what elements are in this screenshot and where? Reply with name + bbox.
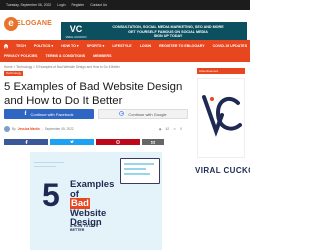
twitter-icon <box>70 140 74 144</box>
pinterest-icon <box>116 140 120 144</box>
mail-icon <box>151 140 155 144</box>
nav-item-label: PRIVACY POLICIES <box>4 54 38 58</box>
site-logo[interactable]: e ELOGANE <box>4 17 52 31</box>
author-link[interactable]: Jessica Martin <box>18 127 40 131</box>
decorative-line <box>34 162 64 163</box>
nav-item-label: COVID-19 UPDATES <box>212 44 248 48</box>
category-tag[interactable]: Technology <box>4 71 24 76</box>
view-count: 42 <box>165 127 170 131</box>
nav-item-label: POLITICS <box>33 44 51 48</box>
nav-item-login[interactable]: LOGIN <box>136 44 155 48</box>
home-icon[interactable] <box>0 41 12 51</box>
share-email-button[interactable] <box>142 139 164 145</box>
share-facebook-button[interactable] <box>4 139 48 145</box>
top-date: Tuesday, September 06, 2022 <box>6 3 52 7</box>
nav-item-label: MEMBERS <box>93 54 112 58</box>
google-button-label: Continue with Google <box>128 111 167 117</box>
banner-brand-name: VIRAL CUCKOO <box>65 35 87 39</box>
login-link[interactable]: Login <box>57 3 65 7</box>
article-stats: ◉ 42 ▭ 0 <box>159 127 182 131</box>
sidebar-brand-word: VIRAL CUCKO <box>195 166 250 175</box>
site-header: e ELOGANE VC VIRAL CUCKOO CONSULTATION, … <box>0 10 250 44</box>
nav-item-politics[interactable]: POLITICS ▾ <box>30 44 57 48</box>
article-meta: By Jessica Martin - September 05, 2022 ◉… <box>4 125 190 133</box>
featured-headline: Examples of Bad Website Design <box>70 180 114 228</box>
logo-word: ELOGANE <box>16 20 53 27</box>
nav-item-covid[interactable]: COVID-19 UPDATES <box>209 44 250 48</box>
main-nav: TECH POLITICS ▾ HOW TO ▾ SPORTS ▾ LIFESTYLE… <box>0 40 250 62</box>
featured-number: 5 <box>42 177 60 213</box>
nav-item-register[interactable]: REGISTER TO EBLOGARY <box>155 44 209 48</box>
comment-icon: ▭ <box>173 127 177 131</box>
separator: - <box>41 127 43 131</box>
banner-brand-mark: VC <box>69 24 83 34</box>
illustration-bar <box>124 163 154 165</box>
eye-icon: ◉ <box>158 127 162 131</box>
nav-item-label: LIFESTYLE <box>112 44 132 48</box>
page: Tuesday, September 06, 2022 Login Regist… <box>0 0 250 250</box>
banner-line-1: CONSULTATION, SOCIAL MEDIA MARKETING, SE… <box>112 25 224 29</box>
register-link[interactable]: Register <box>72 3 85 7</box>
viral-cuckoo-logo <box>202 95 242 137</box>
publish-date: September 05, 2022 <box>44 127 74 131</box>
illustration-bar <box>124 168 146 170</box>
nav-item-label: REGISTER TO EBLOGARY <box>159 44 205 48</box>
nav-item-label: TECH <box>16 44 26 48</box>
facebook-button-label: Continue with Facebook <box>30 111 74 117</box>
facebook-icon <box>24 140 28 144</box>
article-featured-image: 5 Examples of Bad Website Design & HOW T… <box>30 152 162 250</box>
monitor-illustration <box>120 158 160 184</box>
author-prefix: By <box>12 127 16 131</box>
decorative-line <box>34 166 56 167</box>
nav-item-label: TERMS & CONDITIONS <box>45 54 86 58</box>
banner-text: CONSULTATION, SOCIAL MEDIA MARKETING, SE… <box>91 25 245 39</box>
nav-row-1: TECH POLITICS ▾ HOW TO ▾ SPORTS ▾ LIFESTYLE… <box>0 41 250 51</box>
continue-facebook-button[interactable]: f Continue with Facebook <box>4 109 94 119</box>
chevron-down-icon: ▾ <box>51 44 54 48</box>
chevron-down-icon: ▾ <box>76 44 79 48</box>
banner-line-3: SIGN UP TODAY <box>153 34 183 39</box>
nav-item-label: LOGIN <box>139 44 152 48</box>
nav-item-lifestyle[interactable]: LIFESTYLE <box>108 44 135 48</box>
illustration-bar <box>124 173 150 175</box>
share-twitter-button[interactable] <box>50 139 94 145</box>
share-pinterest-button[interactable] <box>96 139 140 145</box>
google-icon <box>119 111 125 117</box>
nav-item-label: HOW TO <box>61 44 76 48</box>
comment-count[interactable]: 0 <box>180 127 182 131</box>
nav-item-label: SPORTS <box>86 44 102 48</box>
chevron-down-icon: ▾ <box>102 44 105 48</box>
continue-google-button[interactable]: Continue with Google <box>98 109 188 119</box>
nav-item-sports[interactable]: SPORTS ▾ <box>83 44 109 48</box>
sidebar-ad[interactable] <box>197 78 245 158</box>
nav-item-privacy[interactable]: PRIVACY POLICIES <box>0 54 41 58</box>
facebook-icon: f <box>24 111 27 117</box>
nav-item-terms[interactable]: TERMS & CONDITIONS <box>41 54 89 58</box>
breadcrumb[interactable]: Home > Technology > 5 Examples of Bad We… <box>4 65 120 69</box>
avatar[interactable] <box>4 126 10 132</box>
nav-item-how-to[interactable]: HOW TO ▾ <box>57 44 83 48</box>
nav-item-tech[interactable]: TECH <box>12 44 30 48</box>
contact-link[interactable]: Contact Us <box>90 3 107 7</box>
nav-row-2: PRIVACY POLICIES TERMS & CONDITIONS MEMB… <box>0 51 116 61</box>
sidebar-ad-label: Advertisement <box>197 68 245 74</box>
featured-subtitle: & HOW TO DO IT BETTER <box>70 224 99 232</box>
top-bar: Tuesday, September 06, 2022 Login Regist… <box>0 0 250 10</box>
article-title: 5 Examples of Bad Website Design and How… <box>4 81 183 107</box>
nav-item-members[interactable]: MEMBERS <box>89 54 115 58</box>
